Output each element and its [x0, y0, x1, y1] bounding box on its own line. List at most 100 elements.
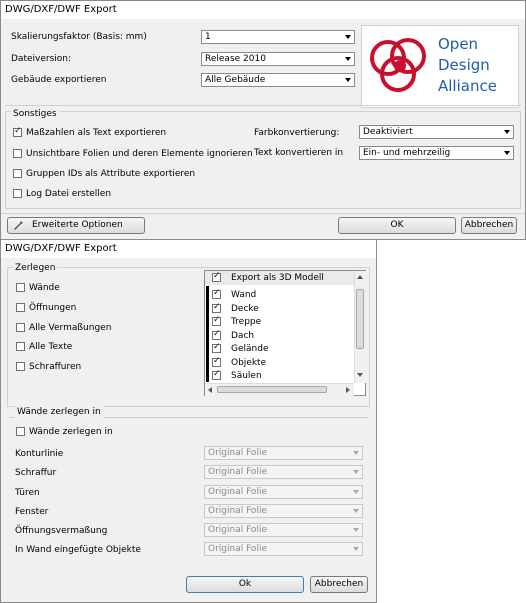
version-value: Release 2010	[205, 54, 266, 64]
export-3d-list[interactable]: Export als 3D Modell Wand Decke Treppe D…	[204, 270, 366, 396]
hatch-label: Schraffur	[15, 468, 57, 478]
all-dimensions-label: Alle Vermaßungen	[29, 323, 112, 333]
chevron-down-icon	[353, 528, 359, 532]
logo-word-design: Design	[438, 56, 490, 74]
doors-select[interactable]: Original Folie	[204, 485, 363, 499]
windows-select[interactable]: Original Folie	[204, 504, 363, 518]
divider	[1, 213, 525, 214]
list-item[interactable]: Decke	[231, 303, 259, 315]
logo-word-open: Open	[438, 35, 479, 53]
oda-logo-text: Open Design Alliance	[438, 34, 497, 97]
dialog-title: DWG/DXF/DWF Export	[1, 240, 376, 258]
chevron-down-icon	[504, 151, 510, 155]
list-header: Export als 3D Modell	[205, 271, 354, 285]
scroll-right-icon[interactable]	[346, 387, 350, 393]
cancel-button[interactable]: Abbrechen	[310, 576, 368, 593]
checkbox-export-3d[interactable]	[212, 271, 221, 282]
buildings-select[interactable]: Alle Gebäude	[201, 73, 355, 87]
checkbox-wall[interactable]	[212, 288, 221, 299]
list-item[interactable]: Treppe	[231, 316, 261, 328]
embedded-objects-select[interactable]: Original Folie	[204, 542, 363, 556]
contour-label: Konturlinie	[15, 449, 64, 459]
list-item[interactable]: Gelände	[231, 343, 268, 355]
color-conversion-select[interactable]: Deaktiviert	[359, 125, 514, 139]
scroll-thumb[interactable]	[356, 289, 364, 349]
dialog-title: DWG/DXF/DWF Export	[1, 1, 525, 19]
oda-logo: Open Design Alliance	[361, 25, 519, 108]
checkbox-all-dimensions[interactable]	[16, 323, 25, 332]
checkbox-dimensions-as-text[interactable]	[13, 126, 22, 137]
contour-select[interactable]: Original Folie	[204, 446, 363, 460]
ok-button[interactable]: OK	[338, 217, 456, 234]
chevron-down-icon	[353, 470, 359, 474]
windows-label: Fenster	[15, 507, 49, 517]
chevron-down-icon	[345, 35, 351, 39]
explode-label: Zerlegen	[13, 262, 58, 274]
chevron-down-icon	[353, 547, 359, 551]
divider	[5, 105, 521, 106]
checkbox-hatches[interactable]	[16, 362, 25, 371]
oda-logo-mark	[370, 38, 426, 92]
checkbox-all-texts[interactable]	[16, 342, 25, 351]
all-texts-label: Alle Texte	[29, 342, 73, 352]
text-conversion-select[interactable]: Ein- und mehrzeilig	[359, 146, 514, 160]
embedded-objects-label: In Wand eingefügte Objekte	[15, 545, 141, 555]
color-conversion-label: Farbkonvertierung:	[254, 128, 340, 138]
list-item[interactable]: Wand	[231, 289, 256, 301]
group-ids-label: Gruppen IDs als Attribute exportieren	[26, 169, 196, 179]
checkbox-walls[interactable]	[16, 283, 25, 292]
checkbox-group-ids[interactable]	[13, 169, 22, 178]
windows-value: Original Folie	[208, 506, 267, 516]
text-conversion-label: Text konvertieren in	[254, 148, 344, 158]
opening-dimension-select[interactable]: Original Folie	[204, 523, 363, 537]
cancel-label: Abbrechen	[314, 579, 364, 589]
version-select[interactable]: Release 2010	[201, 52, 355, 66]
checkbox-roof[interactable]	[212, 329, 221, 340]
checkbox-stair[interactable]	[212, 315, 221, 326]
ok-button[interactable]: Ok	[186, 576, 304, 593]
horizontal-scrollbar[interactable]	[205, 383, 354, 396]
checkbox-objects[interactable]	[212, 356, 221, 367]
list-item[interactable]: Säulen	[231, 370, 262, 382]
advanced-options-button[interactable]: Erweiterte Optionen	[7, 217, 145, 234]
hatches-label: Schraffuren	[29, 362, 82, 372]
list-item[interactable]: Objekte	[231, 357, 266, 369]
opening-dimension-label: Öffnungsvermaßung	[15, 526, 108, 536]
scroll-thumb[interactable]	[217, 386, 327, 393]
vertical-scrollbar[interactable]	[354, 271, 366, 383]
explode-walls-label: Wände zerlegen in	[29, 427, 113, 437]
doors-label: Türen	[15, 488, 40, 498]
hatch-value: Original Folie	[208, 467, 267, 477]
log-file-label: Log Datei erstellen	[26, 189, 112, 199]
checkbox-openings[interactable]	[16, 303, 25, 312]
contour-value: Original Folie	[208, 448, 267, 458]
scale-value: 1	[205, 32, 211, 42]
scale-input[interactable]: 1	[201, 30, 355, 44]
checkbox-ignore-hidden-layers[interactable]	[13, 149, 22, 158]
checkbox-slab[interactable]	[212, 302, 221, 313]
buildings-label: Gebäude exportieren	[11, 75, 107, 85]
checkbox-columns[interactable]	[212, 369, 221, 380]
checkbox-log-file[interactable]	[13, 189, 22, 198]
scroll-up-icon[interactable]	[357, 275, 363, 279]
list-item[interactable]: Dach	[231, 330, 254, 342]
chevron-down-icon	[504, 130, 510, 134]
chevron-down-icon	[353, 490, 359, 494]
scroll-left-icon[interactable]	[208, 387, 212, 393]
buildings-value: Alle Gebäude	[205, 75, 266, 85]
hatch-select[interactable]: Original Folie	[204, 465, 363, 479]
ignore-hidden-layers-label: Unsichtbare Folien und deren Elemente ig…	[26, 149, 253, 159]
export-3d-label: Export als 3D Modell	[231, 273, 324, 283]
cancel-label: Abbrechen	[464, 220, 514, 230]
checkbox-terrain[interactable]	[212, 342, 221, 353]
dimensions-as-text-label: Maßzahlen als Text exportieren	[26, 128, 167, 138]
checkbox-explode-walls[interactable]	[16, 427, 25, 436]
cancel-button[interactable]: Abbrechen	[461, 217, 517, 234]
wrench-icon	[14, 221, 23, 230]
chevron-down-icon	[345, 78, 351, 82]
chevron-down-icon	[345, 57, 351, 61]
list-selection-bar	[206, 286, 209, 382]
scroll-down-icon[interactable]	[357, 373, 363, 377]
version-label: Dateiversion:	[11, 54, 72, 64]
chevron-down-icon	[353, 509, 359, 513]
